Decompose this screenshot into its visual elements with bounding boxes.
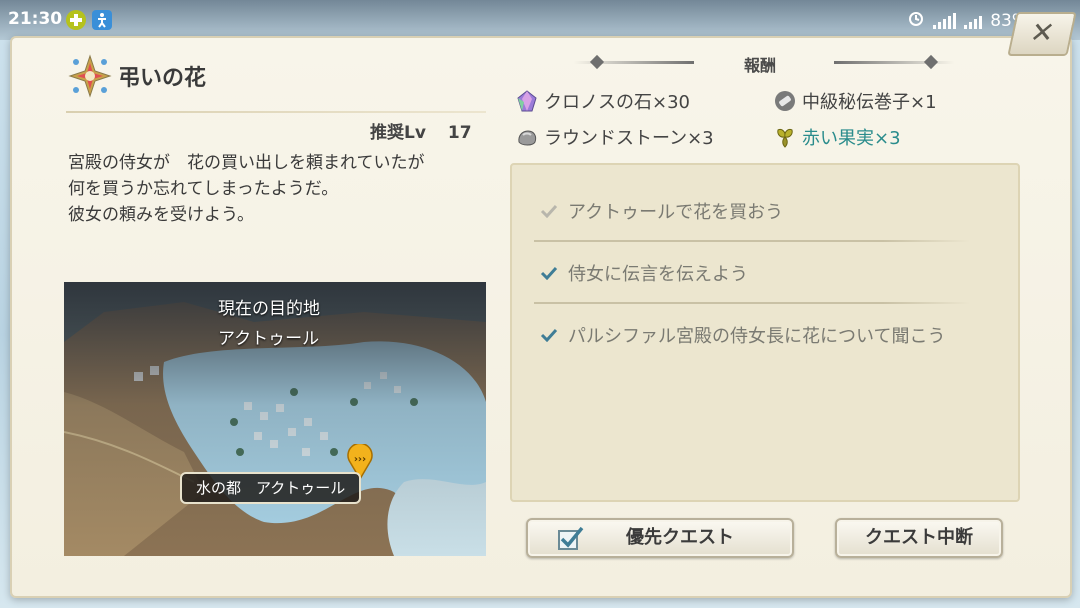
objective-label: 侍女に伝言を伝えよう bbox=[568, 264, 748, 285]
accessibility-icon bbox=[92, 10, 112, 30]
chronos-stone-icon bbox=[517, 90, 537, 112]
objective-divider bbox=[534, 240, 970, 242]
description-line: 何を買うか忘れてしまったようだ。 bbox=[68, 179, 339, 199]
description-line: 彼女の頼みを受けよう。 bbox=[68, 205, 254, 225]
check-icon bbox=[540, 328, 558, 342]
checkbox-icon bbox=[558, 526, 584, 550]
quest-description: 宮殿の侍女が 花の買い出しを頼まれていたが 何を買うか忘れてしまったようだ。 彼… bbox=[68, 150, 488, 228]
close-button[interactable]: ✕ bbox=[1007, 12, 1077, 56]
reward-label: ラウンドストーン×3 bbox=[544, 128, 714, 149]
priority-quest-label: 優先クエスト bbox=[626, 527, 734, 548]
signal-icon-2 bbox=[964, 13, 983, 29]
recommended-level-value: 17 bbox=[447, 123, 472, 143]
plus-badge-icon bbox=[66, 10, 86, 30]
objective-item: パルシファル宮殿の侍女長に花について聞こう bbox=[540, 322, 945, 348]
reward-item: 中級秘伝巻子×1 bbox=[774, 88, 937, 114]
abandon-quest-label: クエスト中断 bbox=[865, 527, 973, 548]
objective-divider bbox=[534, 302, 970, 304]
rewards-title: 報酬 bbox=[744, 56, 777, 75]
title-divider bbox=[66, 111, 486, 113]
quest-emblem-icon bbox=[68, 54, 112, 98]
reward-label: 中級秘伝巻子×1 bbox=[802, 92, 937, 113]
reward-label: 赤い果実×3 bbox=[802, 128, 901, 149]
fruit-icon bbox=[777, 129, 793, 148]
reward-item: 赤い果実×3 bbox=[774, 124, 901, 150]
round-stone-icon bbox=[518, 130, 537, 146]
scroll-icon bbox=[775, 91, 795, 111]
svg-text:›››: ››› bbox=[354, 454, 366, 465]
current-destination-value: アクトゥール bbox=[218, 329, 320, 349]
status-bar: 21:30 83% bbox=[0, 0, 1080, 40]
alarm-icon bbox=[907, 9, 925, 32]
reward-label: クロノスの石×30 bbox=[544, 92, 690, 113]
current-destination-label: 現在の目的地 bbox=[218, 299, 320, 319]
objective-label: パルシファル宮殿の侍女長に花について聞こう bbox=[568, 326, 946, 347]
priority-quest-button[interactable]: 優先クエスト bbox=[526, 518, 794, 558]
abandon-quest-button[interactable]: クエスト中断 bbox=[835, 518, 1003, 558]
location-tag: 水の都 アクトゥール bbox=[180, 472, 362, 504]
objective-item: アクトゥールで花を買おう bbox=[540, 198, 783, 224]
recommended-level: 推奨Lv 17 bbox=[370, 118, 472, 143]
check-icon bbox=[540, 266, 558, 280]
signal-icon bbox=[933, 12, 957, 29]
objectives-box: アクトゥールで花を買おう 侍女に伝言を伝えよう パルシファル宮殿の侍女長に花につ… bbox=[510, 163, 1020, 502]
quest-title: 弔いの花 bbox=[118, 66, 207, 91]
close-icon[interactable]: ✕ bbox=[1027, 16, 1057, 49]
reward-item: ラウンドストーン×3 bbox=[516, 124, 714, 150]
check-icon bbox=[540, 204, 558, 218]
recommended-level-label: 推奨Lv bbox=[370, 123, 426, 143]
objective-item: 侍女に伝言を伝えよう bbox=[540, 260, 748, 286]
status-time: 21:30 bbox=[8, 9, 63, 29]
objective-label: アクトゥールで花を買おう bbox=[568, 202, 784, 223]
description-line: 宮殿の侍女が 花の買い出しを頼まれていたが bbox=[68, 153, 425, 173]
reward-item: クロノスの石×30 bbox=[516, 88, 690, 114]
